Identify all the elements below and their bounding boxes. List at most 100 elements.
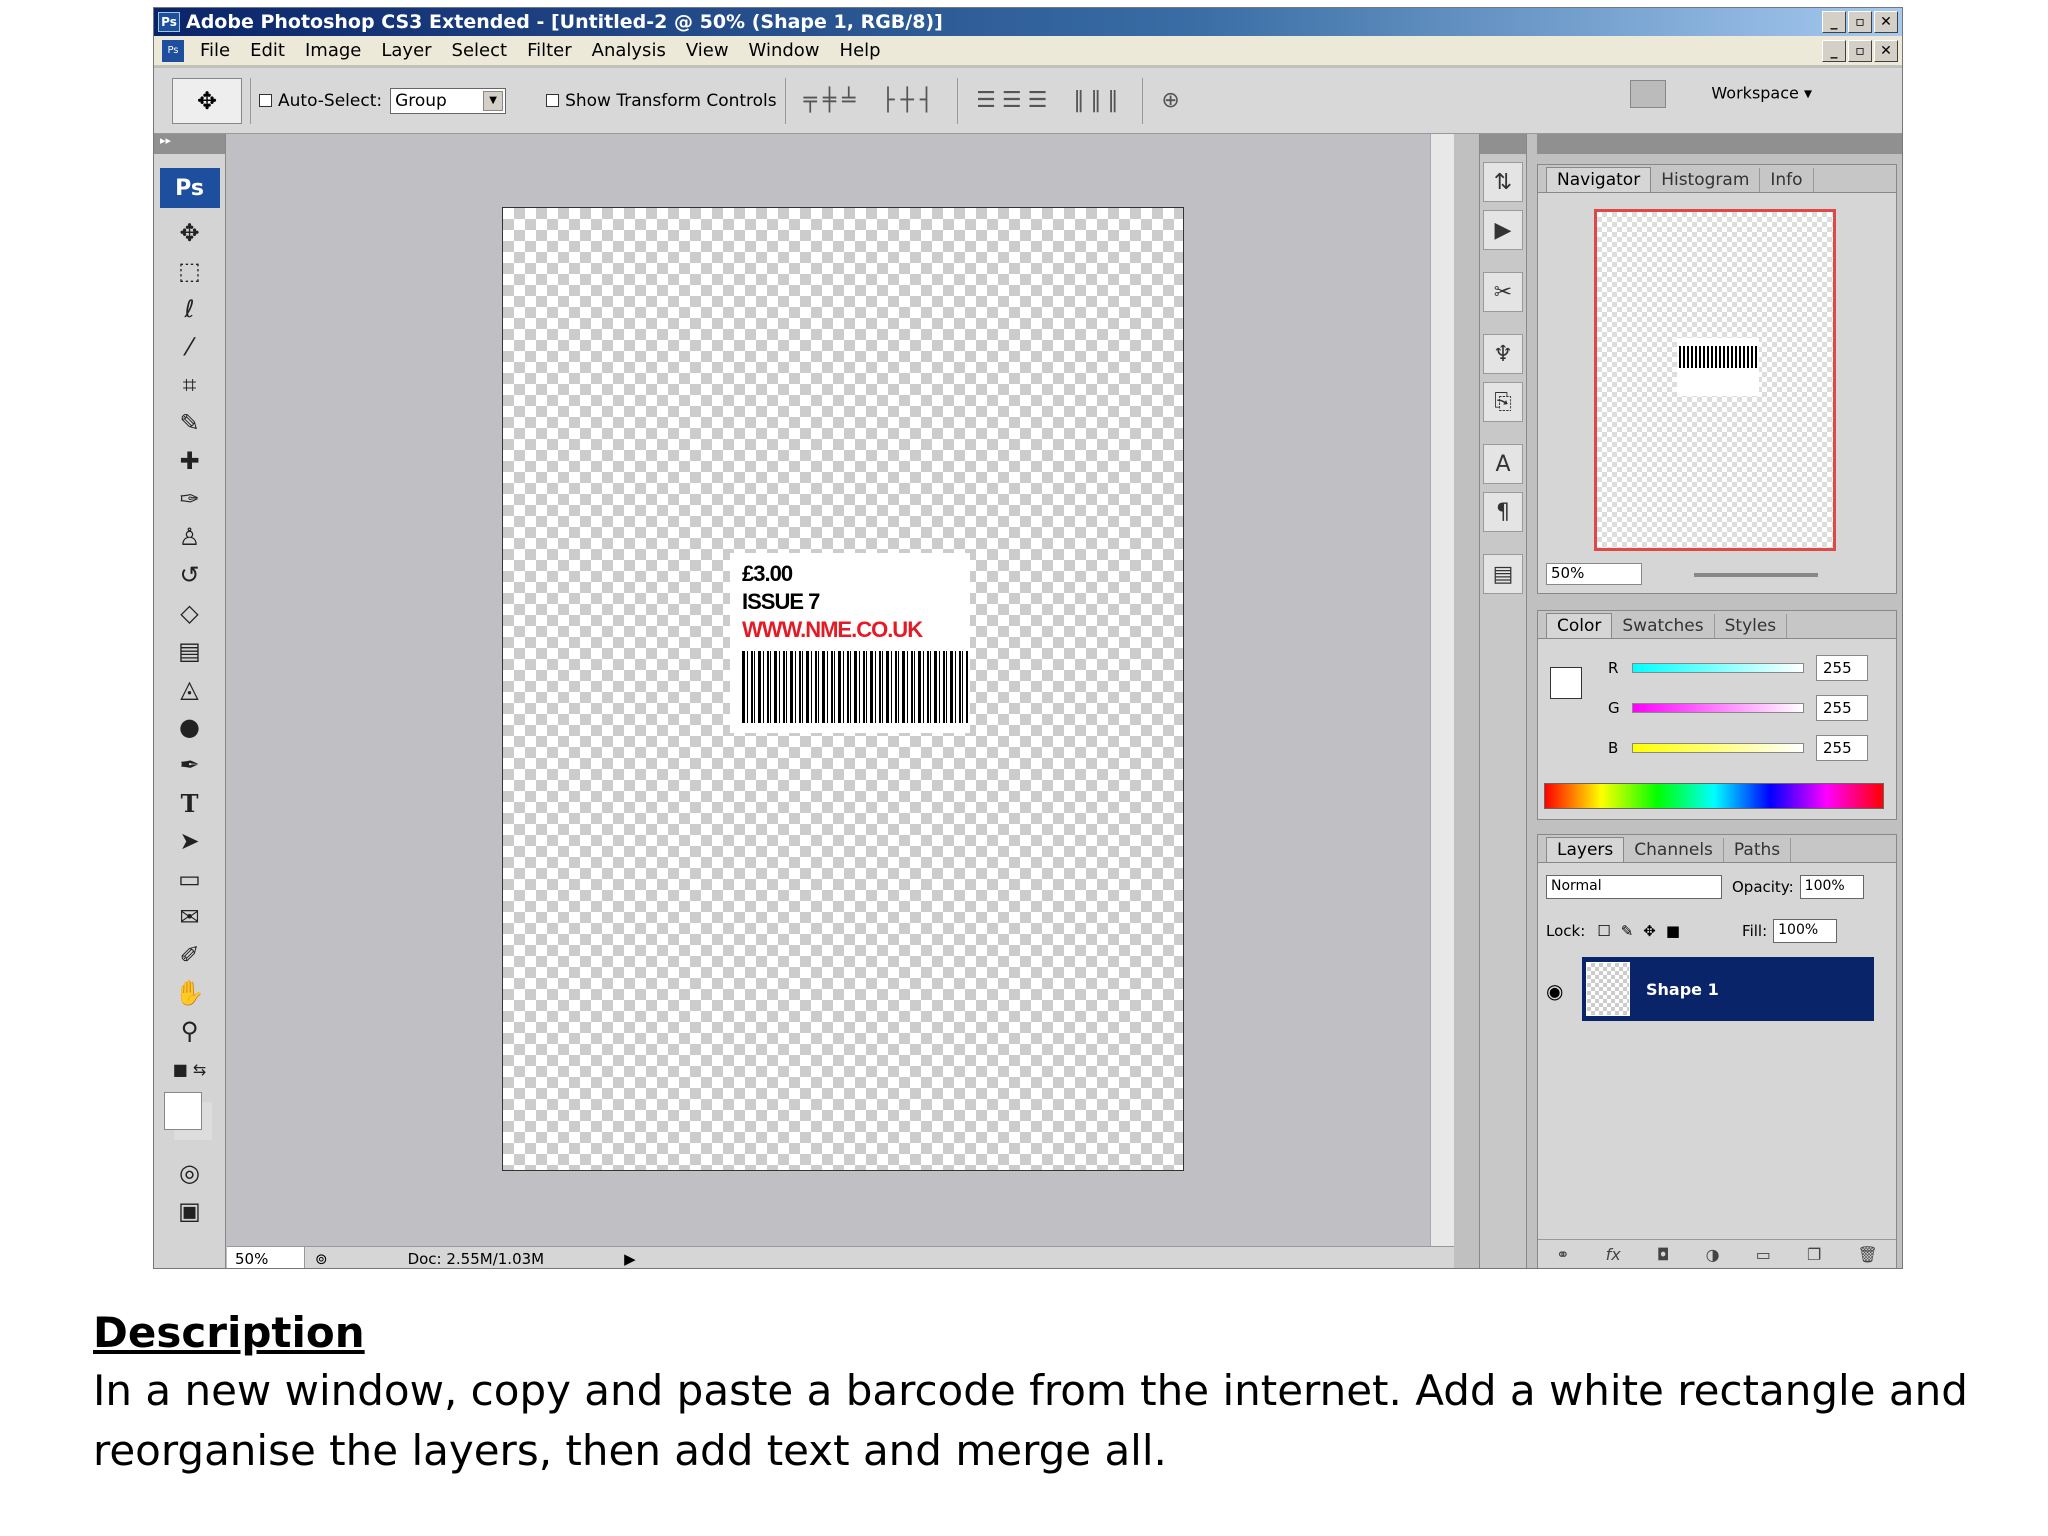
foreground-color-swatch[interactable] — [164, 1092, 202, 1130]
folder-icon[interactable]: ▭ — [1756, 1245, 1771, 1264]
actions-panel-icon[interactable]: ▶ — [1483, 210, 1523, 250]
tool-presets-icon[interactable]: ✂ — [1483, 272, 1523, 312]
auto-select-dropdown[interactable]: Group ▼ — [390, 87, 507, 114]
tool-preset-picker[interactable]: ✥ — [172, 77, 242, 124]
lasso-tool-icon[interactable]: ℓ — [154, 290, 225, 328]
clone-source-icon[interactable]: ⎘ — [1483, 382, 1523, 422]
tab-paths[interactable]: Paths — [1724, 838, 1792, 862]
history-panel-icon[interactable]: ⇅ — [1483, 162, 1523, 202]
document-canvas[interactable]: £3.00 ISSUE 7 WWW.NME.CO.UK — [502, 207, 1184, 1171]
blue-value[interactable]: 255 — [1816, 735, 1868, 761]
document-icon[interactable]: Ps — [162, 39, 184, 62]
red-value[interactable]: 255 — [1816, 655, 1868, 681]
align-horizontal-buttons[interactable]: ├┼┤ — [881, 88, 939, 113]
dock-grip[interactable] — [1537, 134, 1902, 154]
healing-brush-tool-icon[interactable]: ✚ — [154, 442, 225, 480]
tab-histogram[interactable]: Histogram — [1651, 168, 1761, 192]
auto-align-button[interactable]: ⊕ — [1161, 88, 1185, 113]
gradient-tool-icon[interactable]: ▤ — [154, 632, 225, 670]
paragraph-panel-icon[interactable]: ¶ — [1483, 492, 1523, 532]
history-brush-tool-icon[interactable]: ↺ — [154, 556, 225, 594]
color-foreground-swatch[interactable] — [1550, 667, 1582, 699]
show-transform-checkbox[interactable] — [546, 94, 560, 107]
tab-color[interactable]: Color — [1546, 613, 1613, 638]
tab-styles[interactable]: Styles — [1715, 614, 1788, 638]
color-spectrum-ramp[interactable] — [1544, 783, 1884, 809]
status-info-icon[interactable]: ⊚ — [315, 1250, 328, 1268]
menu-file[interactable]: File — [190, 40, 240, 61]
menu-edit[interactable]: Edit — [240, 40, 295, 61]
barcode-label[interactable]: £3.00 ISSUE 7 WWW.NME.CO.UK — [730, 553, 970, 733]
mask-icon[interactable]: ◘ — [1657, 1245, 1670, 1264]
move-tool-icon[interactable]: ✥ — [154, 214, 225, 252]
navigator-zoom-field[interactable]: 50% — [1546, 563, 1642, 585]
dodge-tool-icon[interactable]: ● — [154, 708, 225, 746]
green-value[interactable]: 255 — [1816, 695, 1868, 721]
doc-close-button[interactable]: ✕ — [1874, 40, 1898, 62]
path-selection-tool-icon[interactable]: ➤ — [154, 822, 225, 860]
navigator-preview[interactable] — [1594, 209, 1836, 551]
align-buttons[interactable]: ╤╪╧ — [804, 88, 862, 113]
menu-layer[interactable]: Layer — [371, 40, 441, 61]
pen-tool-icon[interactable]: ✒ — [154, 746, 225, 784]
swap-colors-icon[interactable]: ■ ⇆ — [154, 1050, 225, 1088]
menu-filter[interactable]: Filter — [517, 40, 582, 61]
crop-tool-icon[interactable]: ⌗ — [154, 366, 225, 404]
doc-minimize-button[interactable]: _ — [1822, 40, 1846, 62]
layer-comps-icon[interactable]: ▤ — [1483, 554, 1523, 594]
distribute-vertical-buttons[interactable]: ☰☰☰ — [976, 88, 1053, 113]
tab-layers[interactable]: Layers — [1546, 837, 1625, 862]
color-sampler-tool-icon[interactable]: ✐ — [154, 936, 225, 974]
close-button[interactable]: ✕ — [1874, 11, 1898, 33]
hand-tool-icon[interactable]: ✋ — [154, 974, 225, 1012]
menu-image[interactable]: Image — [295, 40, 371, 61]
eyedropper-tool-icon[interactable]: ✎ — [154, 404, 225, 442]
clone-stamp-tool-icon[interactable]: ♙ — [154, 518, 225, 556]
brushes-panel-icon[interactable]: ♆ — [1483, 334, 1523, 374]
zoom-field[interactable]: 50% — [227, 1247, 305, 1268]
bridge-icon[interactable] — [1630, 80, 1667, 108]
tab-navigator[interactable]: Navigator — [1546, 167, 1652, 192]
minimize-button[interactable]: _ — [1822, 11, 1846, 33]
shape-tool-icon[interactable]: ▭ — [154, 860, 225, 898]
magic-wand-tool-icon[interactable]: ⁄ — [154, 328, 225, 366]
menu-window[interactable]: Window — [739, 40, 830, 61]
new-layer-icon[interactable]: ❐ — [1807, 1245, 1821, 1264]
red-slider[interactable] — [1632, 663, 1804, 673]
eye-icon[interactable]: ◉ — [1546, 979, 1563, 1003]
marquee-tool-icon[interactable]: ⬚ — [154, 252, 225, 290]
vertical-scrollbar[interactable] — [1430, 134, 1454, 1246]
tab-swatches[interactable]: Swatches — [1612, 614, 1715, 638]
auto-select-checkbox[interactable] — [259, 94, 272, 107]
layer-row[interactable]: Shape 1 — [1582, 957, 1874, 1021]
menu-analysis[interactable]: Analysis — [582, 40, 676, 61]
green-slider[interactable] — [1632, 703, 1804, 713]
adjustment-icon[interactable]: ◑ — [1706, 1245, 1720, 1264]
strip-grip[interactable] — [1480, 134, 1526, 154]
workspace-menu[interactable]: Workspace ▾ — [1630, 80, 1812, 108]
navigator-zoom-slider[interactable] — [1694, 573, 1818, 577]
distribute-horizontal-buttons[interactable]: ‖‖‖ — [1073, 88, 1124, 113]
quick-mask-icon[interactable]: ◎ — [154, 1154, 225, 1192]
trash-icon[interactable]: 🗑 — [1858, 1245, 1878, 1264]
opacity-field[interactable]: 100% — [1799, 875, 1864, 899]
menu-select[interactable]: Select — [442, 40, 518, 61]
menu-help[interactable]: Help — [830, 40, 891, 61]
blur-tool-icon[interactable]: ◬ — [154, 670, 225, 708]
brush-tool-icon[interactable]: ✑ — [154, 480, 225, 518]
character-panel-icon[interactable]: A — [1483, 444, 1523, 484]
menu-view[interactable]: View — [676, 40, 739, 61]
lock-icons[interactable]: ☐✎✥■ — [1597, 922, 1690, 940]
eraser-tool-icon[interactable]: ◇ — [154, 594, 225, 632]
fx-icon[interactable]: fx — [1606, 1245, 1621, 1264]
toolbox-grip[interactable]: ▸▸ — [154, 134, 225, 154]
link-icon[interactable]: ⚭ — [1556, 1245, 1569, 1264]
status-menu-arrow-icon[interactable]: ▶ — [624, 1250, 636, 1268]
screen-mode-icon[interactable]: ▣ — [154, 1192, 225, 1230]
type-tool-icon[interactable]: T — [154, 784, 225, 822]
maximize-button[interactable]: ▫ — [1848, 11, 1872, 33]
doc-restore-button[interactable]: ▫ — [1848, 40, 1872, 62]
blue-slider[interactable] — [1632, 743, 1804, 753]
tab-info[interactable]: Info — [1760, 168, 1814, 192]
tab-channels[interactable]: Channels — [1624, 838, 1724, 862]
